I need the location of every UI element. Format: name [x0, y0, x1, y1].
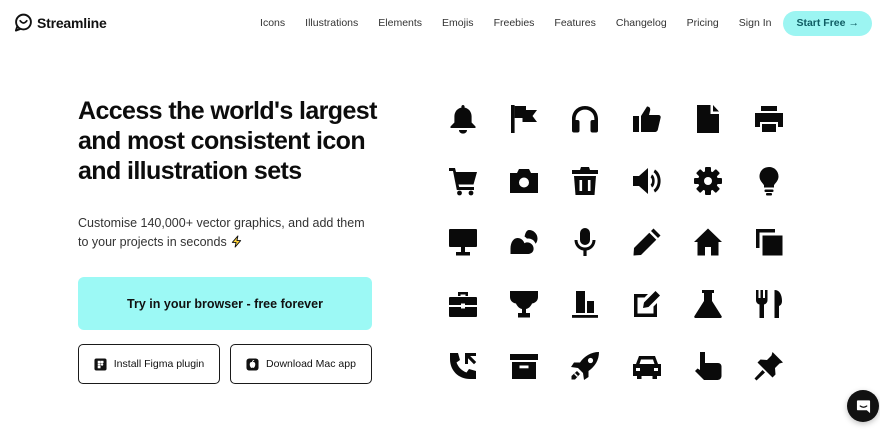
install-figma-plugin-label: Install Figma plugin — [113, 358, 205, 370]
icon-cell[interactable] — [555, 88, 616, 150]
cloud-sun-icon — [510, 230, 538, 255]
shopping-cart-icon — [448, 167, 477, 196]
icon-cell[interactable] — [432, 212, 493, 274]
install-figma-plugin-button[interactable]: Install Figma plugin — [78, 344, 220, 384]
icon-cell[interactable] — [738, 150, 799, 212]
thumbs-up-icon — [632, 106, 661, 132]
icon-cell[interactable] — [493, 150, 554, 212]
icon-cell[interactable] — [493, 335, 554, 397]
try-in-browser-button[interactable]: Try in your browser - free forever — [78, 277, 372, 330]
nav-link-illustrations[interactable]: Illustrations — [305, 17, 358, 29]
trash-icon — [572, 166, 599, 195]
icon-cell[interactable] — [738, 212, 799, 274]
hand-pointer-icon — [694, 352, 722, 381]
lightbulb-icon — [759, 166, 779, 196]
chat-bubble-icon — [856, 399, 870, 413]
nav-link-changelog[interactable]: Changelog — [616, 17, 667, 29]
car-icon — [632, 356, 661, 380]
icon-cell[interactable] — [555, 335, 616, 397]
top-nav: Streamline Icons Illustrations Elements … — [0, 0, 880, 46]
rocket-icon — [571, 352, 600, 381]
download-mac-app-button[interactable]: Download Mac app — [230, 344, 372, 384]
nav-links: Icons Illustrations Elements Emojis Free… — [260, 0, 872, 46]
camera-icon — [509, 168, 538, 193]
icon-cell[interactable] — [677, 335, 738, 397]
hero-headline: Access the world's largest and most cons… — [78, 97, 377, 185]
speaker-icon — [632, 167, 661, 194]
nav-link-emojis[interactable]: Emojis — [442, 17, 474, 29]
icon-cell[interactable] — [555, 212, 616, 274]
trophy-icon — [509, 291, 538, 318]
icon-cell[interactable] — [616, 273, 677, 335]
home-icon — [693, 228, 722, 256]
gear-icon — [693, 166, 722, 195]
icon-cell[interactable] — [616, 212, 677, 274]
start-free-label: Start Free — [796, 17, 846, 29]
chat-launcher-button[interactable] — [847, 390, 879, 422]
icon-cell[interactable] — [432, 150, 493, 212]
nav-link-sign-in[interactable]: Sign In — [739, 17, 772, 29]
icon-cell[interactable] — [432, 88, 493, 150]
icon-cell[interactable] — [555, 150, 616, 212]
printer-icon — [755, 105, 784, 132]
icon-cell[interactable] — [677, 150, 738, 212]
figma-icon — [94, 357, 107, 371]
icon-cell[interactable] — [616, 150, 677, 212]
flag-icon — [510, 104, 537, 133]
brand[interactable]: Streamline — [14, 13, 107, 32]
download-mac-app-label: Download Mac app — [266, 358, 356, 370]
bell-icon — [450, 104, 476, 134]
nav-link-icons[interactable]: Icons — [260, 17, 285, 29]
icon-cell[interactable] — [555, 273, 616, 335]
pin-icon — [754, 352, 784, 381]
headphones-icon — [572, 105, 599, 133]
icon-cell[interactable] — [493, 212, 554, 274]
pencil-icon — [633, 228, 661, 256]
arrow-right-icon: → — [848, 17, 860, 29]
bar-chart-icon — [572, 291, 599, 319]
icon-cell[interactable] — [738, 335, 799, 397]
icon-showcase-grid — [432, 88, 800, 398]
flask-icon — [694, 290, 722, 319]
icon-cell[interactable] — [738, 273, 799, 335]
edit-icon — [633, 291, 660, 318]
nav-link-freebies[interactable]: Freebies — [494, 17, 535, 29]
try-in-browser-label: Try in your browser - free forever — [127, 296, 323, 311]
cutlery-icon — [756, 290, 783, 319]
brand-name: Streamline — [37, 14, 107, 31]
streamline-logo-icon — [14, 13, 32, 32]
hero-subtitle: Customise 140,000+ vector graphics, and … — [78, 214, 378, 252]
monitor-icon — [448, 229, 477, 256]
start-free-button[interactable]: Start Free → — [783, 10, 872, 36]
icon-cell[interactable] — [677, 273, 738, 335]
icon-cell[interactable] — [738, 88, 799, 150]
icon-cell[interactable] — [493, 88, 554, 150]
nav-link-elements[interactable]: Elements — [378, 17, 422, 29]
icon-cell[interactable] — [677, 212, 738, 274]
hero-subtitle-text: Customise 140,000+ vector graphics, and … — [78, 216, 365, 249]
icon-cell[interactable] — [677, 88, 738, 150]
icon-cell[interactable] — [616, 335, 677, 397]
apple-icon — [246, 357, 259, 371]
icon-cell[interactable] — [616, 88, 677, 150]
icon-cell[interactable] — [432, 335, 493, 397]
archive-icon — [509, 354, 538, 380]
nav-link-pricing[interactable]: Pricing — [687, 17, 719, 29]
document-icon — [696, 104, 719, 133]
icon-cell[interactable] — [493, 273, 554, 335]
copy-icon — [756, 229, 783, 256]
microphone-icon — [574, 228, 596, 257]
briefcase-icon — [448, 292, 477, 318]
nav-link-features[interactable]: Features — [554, 17, 595, 29]
icon-cell[interactable] — [432, 273, 493, 335]
lightning-bolt-icon — [231, 235, 241, 248]
phone-icon — [449, 353, 476, 380]
